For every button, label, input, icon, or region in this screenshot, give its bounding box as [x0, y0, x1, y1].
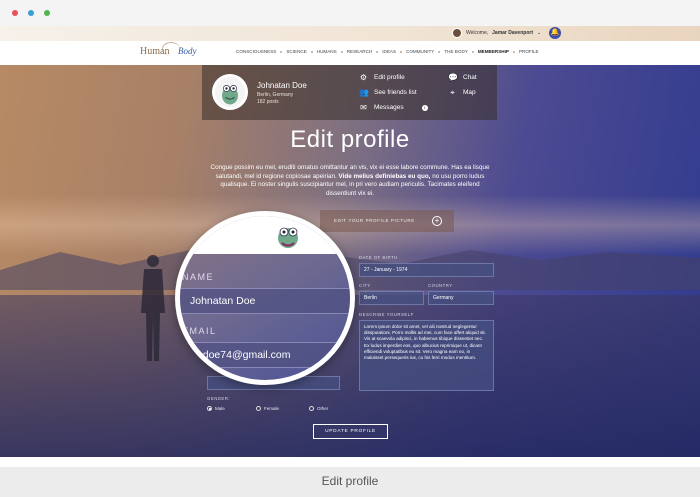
- gender-option-female[interactable]: Female: [256, 406, 279, 411]
- describe-label: DESCRIBE YOURSELF: [359, 312, 414, 317]
- nav-item-the-body[interactable]: THE BODY: [444, 49, 467, 54]
- hero-background: [0, 65, 700, 457]
- edit-profile-label: Edit profile: [374, 74, 405, 81]
- minimize-window-dot[interactable]: [28, 10, 34, 16]
- lead-text-bold: Vide melius definiebas eu quo,: [338, 172, 431, 180]
- country-field[interactable]: Germany: [428, 291, 494, 305]
- map-pin-icon: ⌖: [450, 88, 455, 97]
- chat-link[interactable]: 💬 Chat: [448, 73, 477, 82]
- nav-item-membership[interactable]: MEMBERSHIP: [478, 49, 509, 54]
- monster-avatar-icon: [278, 227, 298, 248]
- top-bar: [0, 26, 700, 41]
- nav-item-research[interactable]: RESEARCH: [347, 49, 373, 54]
- describe-yourself-textarea[interactable]: Lorem ipsum dolor sit amet, vel alii nos…: [359, 320, 494, 391]
- edit-profile-link[interactable]: ⚙ Edit profile: [359, 73, 405, 82]
- logo-text-body: Body: [178, 46, 197, 56]
- profile-avatar[interactable]: [212, 74, 248, 110]
- nav-separator: [376, 50, 379, 53]
- friends-list-label: See friends list: [374, 89, 417, 96]
- gender-label: GENDER:: [207, 396, 231, 401]
- messages-count-badge: 1: [421, 104, 428, 111]
- map-label: Map: [463, 89, 476, 96]
- user-menu[interactable]: Welcome, Jamar Davenport ⌄: [452, 27, 541, 39]
- gear-icon: ⚙: [359, 73, 368, 82]
- gender-other-label: Other: [317, 406, 329, 411]
- city-label: CITY: [359, 283, 371, 288]
- profile-posts-count: 182 posts: [257, 99, 279, 105]
- page-title: Edit profile: [290, 126, 410, 153]
- chat-label: Chat: [463, 74, 477, 81]
- chevron-down-icon: ⌄: [537, 30, 542, 36]
- update-profile-button[interactable]: UPDATE PROFILE: [313, 424, 388, 439]
- nav-separator: [310, 50, 313, 53]
- gender-option-other[interactable]: Other: [309, 406, 328, 411]
- bell-icon[interactable]: 🔔: [549, 27, 561, 39]
- messages-label: Messages: [374, 104, 404, 111]
- email-field[interactable]: n.doe74@gmail.com: [180, 342, 350, 368]
- page-lead: Congue possim eu mel, eruditi ornatus om…: [205, 164, 495, 198]
- nav-separator: [280, 50, 283, 53]
- site-logo[interactable]: Human Body: [140, 42, 200, 64]
- welcome-user-name: Jamar Davenport: [492, 30, 533, 36]
- nav-item-consciousness[interactable]: CONSCIOUSNESS: [236, 49, 276, 54]
- country-label: COUNTRY: [428, 283, 453, 288]
- nav-item-humans[interactable]: HUMANS: [317, 49, 337, 54]
- nav-separator: [438, 50, 441, 53]
- gender-option-male[interactable]: Male: [207, 406, 225, 411]
- magnified-email-label: EMAIL: [182, 326, 217, 336]
- profile-location: Berlin, Germany: [257, 92, 294, 98]
- map-link[interactable]: ⌖ Map: [448, 88, 476, 97]
- nav-separator: [471, 50, 474, 53]
- main-menu: CONSCIOUSNESS SCIENCE HUMANS RESEARCH ID…: [236, 49, 539, 54]
- dob-label: DATE OF BIRTH: [359, 255, 398, 260]
- welcome-prefix: Welcome,: [466, 30, 489, 36]
- nav-item-community[interactable]: COMMUNITY: [406, 49, 434, 54]
- name-field[interactable]: Johnatan Doe: [180, 288, 350, 314]
- radio-other[interactable]: [309, 406, 314, 411]
- magnified-avatar-area: [180, 216, 350, 254]
- screenshot-caption: Edit profile: [0, 467, 700, 497]
- maximize-window-dot[interactable]: [44, 10, 50, 16]
- dob-field[interactable]: 27 - January - 1974: [359, 263, 494, 277]
- standing-person-silhouette: [141, 255, 165, 361]
- nav-separator: [512, 50, 515, 53]
- user-avatar: [452, 28, 462, 38]
- radio-female[interactable]: [256, 406, 261, 411]
- chat-bubble-icon: 💬: [448, 73, 458, 82]
- browser-chrome: [0, 0, 700, 26]
- magnifier-lens: NAME Johnatan Doe EMAIL n.doe74@gmail.co…: [175, 211, 355, 385]
- close-window-dot[interactable]: [12, 10, 18, 16]
- nav-item-ideas[interactable]: IDEAS: [382, 49, 396, 54]
- nav-separator: [400, 50, 403, 53]
- nav-item-science[interactable]: SCIENCE: [286, 49, 306, 54]
- monster-avatar-icon: [214, 76, 246, 108]
- page-footer-strip: [0, 457, 700, 467]
- city-field[interactable]: Berlin: [359, 291, 424, 305]
- radio-male[interactable]: [207, 406, 212, 411]
- users-icon: 👥: [359, 88, 369, 97]
- gender-male-label: Male: [215, 406, 225, 411]
- mail-icon: ✉: [360, 103, 367, 112]
- magnified-name-label: NAME: [182, 272, 215, 282]
- nav-separator: [340, 50, 343, 53]
- messages-link[interactable]: ✉ Messages 1: [359, 103, 428, 112]
- gender-female-label: Female: [264, 406, 280, 411]
- plus-icon: +: [432, 216, 442, 226]
- logo-text-human: Human: [140, 46, 170, 57]
- friends-list-link[interactable]: 👥 See friends list: [359, 88, 417, 97]
- profile-name: Johnatan Doe: [257, 81, 307, 90]
- nav-item-profile[interactable]: PROFILE: [519, 49, 539, 54]
